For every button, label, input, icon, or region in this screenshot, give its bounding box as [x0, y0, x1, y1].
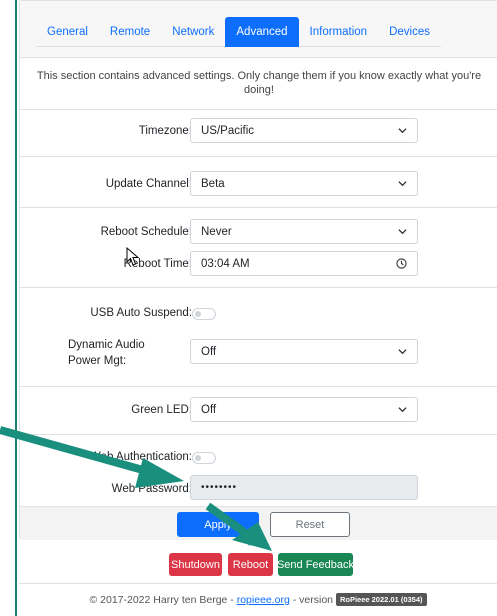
tab-information[interactable]: Information — [299, 17, 379, 47]
tab-bar: General Remote Network Advanced Informat… — [36, 17, 441, 47]
green-led-label: Green LED: — [131, 404, 192, 416]
divider — [20, 156, 497, 157]
reboot-button[interactable]: Reboot — [228, 553, 273, 576]
web-password-label: Web Password: — [111, 483, 192, 495]
green-led-select[interactable]: Off — [190, 397, 418, 422]
dynamic-audio-power-select[interactable]: Off — [190, 339, 418, 364]
divider — [20, 287, 497, 288]
chevron-down-icon — [398, 349, 407, 355]
tab-general[interactable]: General — [36, 17, 99, 47]
reset-button[interactable]: Reset — [270, 512, 350, 537]
shutdown-button[interactable]: Shutdown — [169, 553, 222, 576]
section-description: This section contains advanced settings.… — [36, 70, 482, 96]
divider — [20, 207, 497, 208]
reboot-schedule-label: Reboot Schedule: — [100, 226, 192, 238]
web-password-value: •••••••• — [201, 482, 238, 493]
dynamic-audio-power-value: Off — [201, 345, 217, 358]
web-password-input[interactable]: •••••••• — [190, 475, 418, 500]
version-prefix: - version — [289, 594, 336, 606]
footer-divider — [19, 583, 497, 584]
divider — [20, 109, 497, 110]
chevron-down-icon — [398, 128, 407, 134]
green-led-value: Off — [201, 403, 217, 416]
divider — [20, 434, 497, 435]
tab-devices[interactable]: Devices — [378, 17, 441, 47]
usb-auto-suspend-label: USB Auto Suspend: — [90, 307, 192, 319]
card-header: General Remote Network Advanced Informat… — [20, 1, 497, 58]
card-footer: Apply Reset — [20, 506, 497, 540]
update-channel-value: Beta — [201, 177, 225, 190]
mouse-cursor-icon — [126, 247, 140, 266]
chevron-down-icon — [398, 229, 407, 235]
dynamic-audio-power-label: Dynamic Audio Power Mgt: — [68, 339, 145, 367]
chevron-down-icon — [398, 407, 407, 413]
tab-advanced[interactable]: Advanced — [225, 17, 299, 47]
reboot-time-input[interactable]: 03:04 AM — [190, 251, 418, 276]
reboot-schedule-select[interactable]: Never — [190, 219, 418, 244]
update-channel-label: Update Channel: — [105, 178, 192, 190]
ropieee-link[interactable]: ropieee.org — [237, 594, 290, 606]
web-authentication-toggle[interactable] — [192, 452, 216, 464]
reboot-time-value: 03:04 AM — [201, 257, 250, 270]
send-feedback-button[interactable]: Send Feedback — [277, 553, 354, 576]
settings-panel: General Remote Network Advanced Informat… — [15, 0, 497, 616]
copyright-footer: © 2017-2022 Harry ten Berge - ropieee.or… — [17, 593, 497, 606]
timezone-label: Timezone: — [138, 125, 192, 137]
copyright-text: © 2017-2022 Harry ten Berge - — [89, 594, 237, 606]
reboot-schedule-value: Never — [201, 225, 232, 238]
timezone-value: US/Pacific — [201, 124, 255, 137]
timezone-select[interactable]: US/Pacific — [190, 118, 418, 143]
update-channel-select[interactable]: Beta — [190, 171, 418, 196]
advanced-settings-card: General Remote Network Advanced Informat… — [19, 0, 497, 540]
version-badge: RoPieee 2022.01 (0354) — [335, 593, 427, 606]
divider — [20, 386, 497, 387]
tab-remote[interactable]: Remote — [99, 17, 161, 47]
chevron-down-icon — [398, 181, 407, 187]
usb-auto-suspend-toggle[interactable] — [192, 308, 216, 320]
web-authentication-label: Web Authentication: — [89, 451, 192, 463]
apply-button[interactable]: Apply — [177, 512, 259, 537]
tab-network[interactable]: Network — [161, 17, 225, 47]
clock-icon[interactable] — [396, 258, 407, 269]
